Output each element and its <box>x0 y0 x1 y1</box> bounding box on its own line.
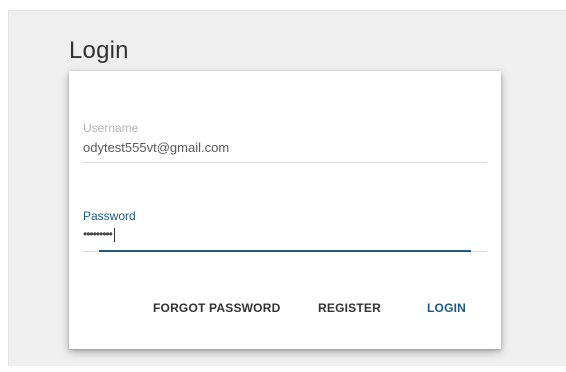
login-button[interactable]: LOGIN <box>427 301 466 315</box>
password-label: Password <box>83 209 136 223</box>
page-title: Login <box>69 37 129 64</box>
password-focus-underline <box>99 250 471 252</box>
password-mask: ••••••••• <box>83 227 113 241</box>
form-actions: FORGOT PASSWORD REGISTER LOGIN <box>69 301 501 321</box>
text-caret <box>113 227 115 242</box>
content-panel: Login Username odytest555vt@gmail.com Pa… <box>8 10 566 366</box>
username-underline <box>83 162 487 163</box>
app-frame: Login Username odytest555vt@gmail.com Pa… <box>0 0 566 372</box>
password-field[interactable]: ••••••••• <box>83 226 115 242</box>
username-field[interactable]: odytest555vt@gmail.com <box>83 140 229 155</box>
forgot-password-button[interactable]: FORGOT PASSWORD <box>153 301 280 315</box>
username-label: Username <box>83 121 139 135</box>
login-card: Username odytest555vt@gmail.com Password… <box>69 71 501 349</box>
register-button[interactable]: REGISTER <box>318 301 381 315</box>
